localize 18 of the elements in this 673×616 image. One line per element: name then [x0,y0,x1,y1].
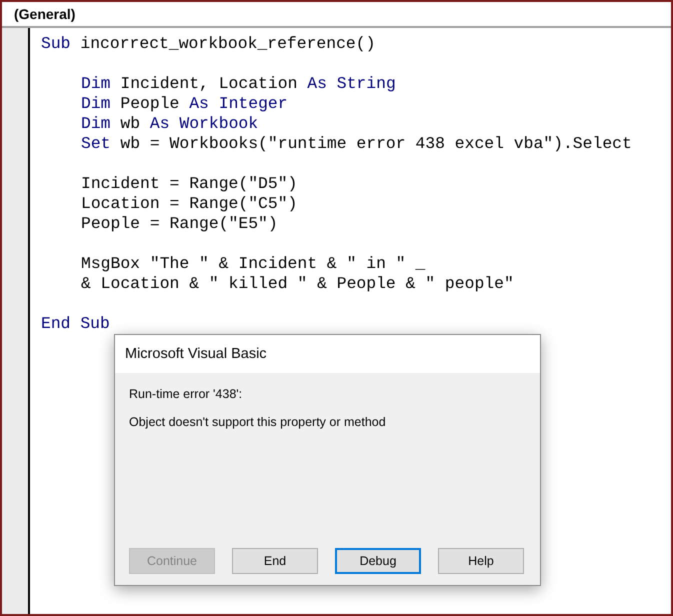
error-message: Object doesn't support this property or method [129,415,387,429]
error-number: Run-time error '438': [129,387,244,401]
code-line: Sub incorrect_workbook_reference() [41,34,376,53]
code-line: Set wb = Workbooks("runtime error 438 excel vba").Select [81,134,632,153]
dialog-button[interactable]: End [232,548,318,574]
code-line: MsgBox "The " & Incident & " in " _ [81,254,426,273]
code-line: Dim People As Integer [81,94,288,113]
object-dropdown[interactable]: (General) [14,6,76,22]
dialog-title: Microsoft Visual Basic [125,346,267,362]
code-line: People = Range("E5") [81,214,278,233]
dialog-button[interactable]: Debug [335,548,421,574]
code-line: & Location & " killed " & People & " people" [81,274,514,293]
code-line: Incident = Range("D5") [81,174,298,193]
dialog-button[interactable]: Help [438,548,524,574]
code-line: Dim wb As Workbook [81,114,258,133]
code-line: Location = Range("C5") [81,194,298,213]
code-line: Dim Incident, Location As String [81,74,396,93]
code-line: End Sub [41,314,110,333]
